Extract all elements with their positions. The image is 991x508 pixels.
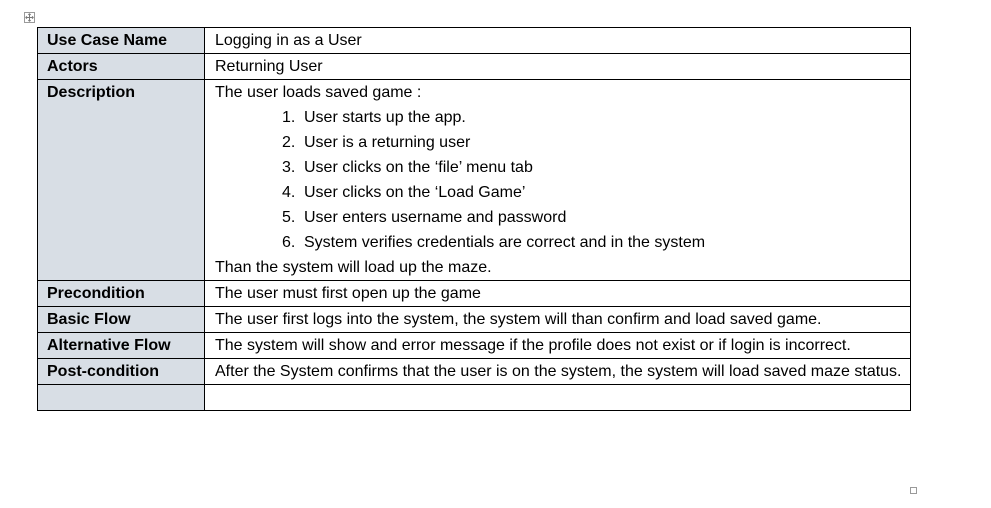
description-outro: Than the system will load up the maze. xyxy=(215,259,492,276)
list-item: 2. User is a returning user xyxy=(282,130,904,155)
row-label: Alternative Flow xyxy=(37,332,205,359)
row-value[interactable]: The user must first open up the game xyxy=(204,280,911,307)
row-value[interactable] xyxy=(204,384,911,411)
row-label: Precondition xyxy=(37,280,205,307)
step-number: 5. xyxy=(282,209,296,226)
row-label xyxy=(37,384,205,411)
description-cell[interactable]: The user loads saved game : 1. User start… xyxy=(204,79,911,281)
step-number: 1. xyxy=(282,109,296,126)
row-value[interactable]: The user first logs into the system, the… xyxy=(204,306,911,333)
step-number: 4. xyxy=(282,184,296,201)
list-item: 5. User enters username and password xyxy=(282,205,904,230)
row-value[interactable]: Returning User xyxy=(204,53,911,80)
table-row: Use Case Name Logging in as a User xyxy=(37,27,911,54)
step-list: 1. User starts up the app. 2. User is a re… xyxy=(215,105,904,255)
table-row: Basic Flow The user first logs into the … xyxy=(37,306,911,333)
table-row xyxy=(37,384,911,411)
table-row: Description The user loads saved game : … xyxy=(37,79,911,281)
table-row: Alternative Flow The system will show an… xyxy=(37,332,911,359)
row-label: Basic Flow xyxy=(37,306,205,333)
use-case-table: Use Case Name Logging in as a User Actor… xyxy=(37,27,911,411)
step-text: User enters username and password xyxy=(304,209,567,226)
list-item: 3. User clicks on the ‘file’ menu tab xyxy=(282,155,904,180)
step-number: 3. xyxy=(282,159,296,176)
row-label: Actors xyxy=(37,53,205,80)
table-row: Post-condition After the System confirms… xyxy=(37,358,911,385)
list-item: 6. System verifies credentials are correc… xyxy=(282,230,904,255)
step-text: User clicks on the ‘Load Game’ xyxy=(304,184,526,201)
table-row: Precondition The user must first open up… xyxy=(37,280,911,307)
step-text: System verifies credentials are correct … xyxy=(304,234,706,251)
list-item: 4. User clicks on the ‘Load Game’ xyxy=(282,180,904,205)
row-label: Post-condition xyxy=(37,358,205,385)
row-label: Use Case Name xyxy=(37,27,205,54)
row-label: Description xyxy=(37,79,205,281)
row-value[interactable]: The system will show and error message i… xyxy=(204,332,911,359)
step-text: User starts up the app. xyxy=(304,109,466,126)
step-number: 2. xyxy=(282,134,296,151)
table-row: Actors Returning User xyxy=(37,53,911,80)
step-number: 6. xyxy=(282,234,296,251)
list-item: 1. User starts up the app. xyxy=(282,105,904,130)
table-move-handle-icon[interactable] xyxy=(24,12,35,23)
step-text: User is a returning user xyxy=(304,134,471,151)
table-resize-handle-icon[interactable] xyxy=(910,487,917,494)
step-text: User clicks on the ‘file’ menu tab xyxy=(304,159,533,176)
row-value[interactable]: Logging in as a User xyxy=(204,27,911,54)
row-value[interactable]: After the System confirms that the user … xyxy=(204,358,911,385)
description-intro: The user loads saved game : xyxy=(215,84,422,101)
